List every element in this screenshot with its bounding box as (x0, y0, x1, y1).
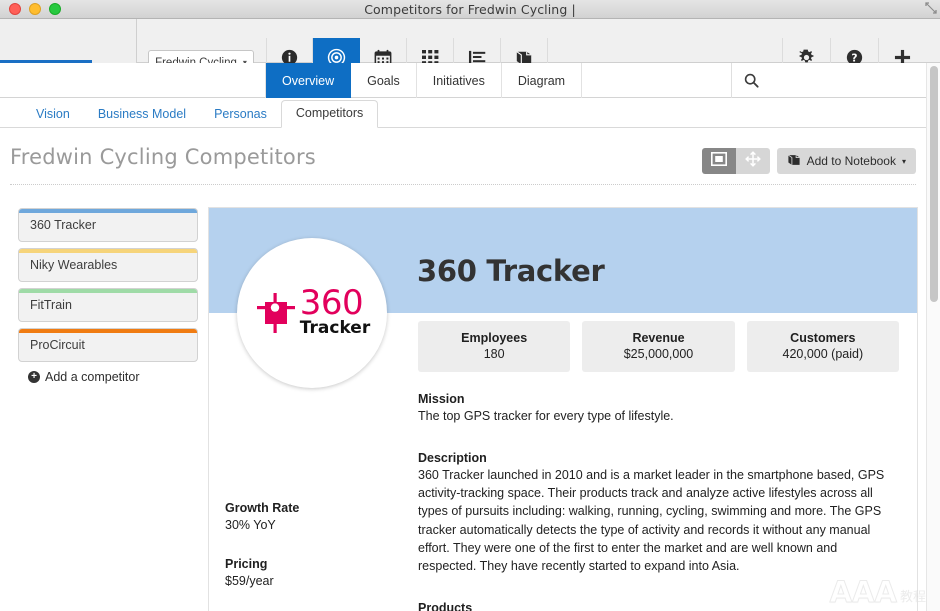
stat-customers: Customers 420,000 (paid) (746, 321, 899, 372)
plus-circle-icon: + (28, 371, 40, 383)
competitor-color-bar (19, 289, 197, 293)
tab-diagram[interactable]: Diagram (502, 63, 583, 98)
subtab-business-model[interactable]: Business Model (84, 102, 200, 128)
pricing-value: $59/year (225, 573, 274, 588)
stat-value: $25,000,000 (623, 347, 694, 361)
pricing-label: Pricing (225, 556, 268, 571)
products-title: Products (418, 600, 473, 611)
expand-view-button[interactable] (735, 148, 770, 174)
tab-overview[interactable]: Overview (266, 63, 352, 98)
competitor-detail-title: 360 Tracker (417, 254, 605, 288)
add-competitor-button[interactable]: + Add a competitor (18, 370, 198, 384)
tab-goals[interactable]: Goals (351, 63, 417, 98)
competitor-color-bar (19, 249, 197, 253)
panel-view-icon (710, 151, 727, 171)
header-divider (10, 184, 916, 185)
competitor-detail-card: 360 Tracker 360 Tracker Growth Rate 30% … (208, 207, 918, 611)
tab-bar-left-blank (0, 63, 266, 98)
stat-label: Employees (461, 331, 528, 345)
stat-employees: Employees 180 (418, 321, 571, 372)
description-section: Description 360 Tracker launched in 2010… (418, 451, 899, 575)
competitor-item-360-tracker[interactable]: 360 Tracker (18, 208, 198, 242)
stat-value: 420,000 (paid) (782, 347, 864, 361)
secondary-tab-bar: Vision Business Model Personas Competito… (0, 98, 926, 128)
growth-rate-label: Growth Rate (225, 501, 300, 515)
crosshair-square-icon (254, 291, 298, 335)
page-scrollbar-thumb[interactable] (930, 66, 938, 302)
competitor-stats: Employees 180 Revenue $25,000,000 Custom… (418, 321, 899, 372)
pricing-field: Pricing $59/year (225, 557, 405, 591)
competitor-item-fittrain[interactable]: FitTrain (18, 288, 198, 322)
search-input[interactable] (767, 73, 928, 88)
products-section: Products (418, 601, 899, 611)
competitor-item-niky-wearables[interactable]: Niky Wearables (18, 248, 198, 282)
logo-360-text: 360 (299, 283, 364, 324)
competitor-name: Niky Wearables (30, 258, 118, 272)
growth-rate-value: 30% YoY (225, 518, 276, 532)
subtab-vision[interactable]: Vision (22, 102, 84, 128)
application-window: Competitors for Fredwin Cycling | Fredwi… (0, 0, 940, 611)
competitor-name: ProCircuit (30, 338, 85, 352)
description-text: 360 Tracker launched in 2010 and is a ma… (418, 468, 885, 573)
subtab-competitors[interactable]: Competitors (280, 99, 379, 128)
mission-text: The top GPS tracker for every type of li… (418, 409, 674, 423)
competitor-main-fields: Employees 180 Revenue $25,000,000 Custom… (418, 321, 899, 611)
stat-revenue: Revenue $25,000,000 (582, 321, 735, 372)
window-titlebar: Competitors for Fredwin Cycling | (0, 0, 940, 19)
window-title: Competitors for Fredwin Cycling | (364, 1, 576, 17)
panel-view-button[interactable] (701, 148, 736, 174)
subtab-personas[interactable]: Personas (200, 102, 281, 128)
add-to-notebook-button[interactable]: Add to Notebook ▾ (776, 148, 916, 174)
competitor-color-bar (19, 209, 197, 213)
add-to-notebook-label: Add to Notebook (806, 154, 896, 168)
search-icon (744, 73, 759, 88)
competitor-name: 360 Tracker (30, 218, 97, 232)
add-competitor-label: Add a competitor (45, 370, 140, 384)
growth-rate-field: Growth Rate 30% YoY (225, 501, 405, 535)
competitor-item-procircuit[interactable]: ProCircuit (18, 328, 198, 362)
mission-title: Mission (418, 392, 465, 406)
stat-label: Revenue (632, 331, 685, 345)
competitor-list: 360 Tracker Niky Wearables FitTrain ProC… (18, 208, 198, 384)
resize-grip-icon[interactable] (924, 2, 938, 16)
competitor-logo: 360 Tracker (237, 238, 387, 388)
app-toolbar: Fredwin Cycling ▾ (0, 19, 940, 82)
search-bar[interactable] (731, 63, 928, 98)
mission-section: Mission The top GPS tracker for every ty… (418, 392, 899, 425)
primary-tab-bar: Overview Goals Initiatives Diagram (0, 63, 940, 98)
competitor-color-bar (19, 329, 197, 333)
primary-tabs: Overview Goals Initiatives Diagram (266, 63, 583, 98)
page-title: Fredwin Cycling Competitors (10, 145, 316, 169)
competitor-side-fields: Growth Rate 30% YoY Pricing $59/year (225, 501, 405, 611)
chevron-down-icon: ▾ (901, 156, 906, 166)
stat-value: 180 (483, 347, 505, 361)
competitor-name: FitTrain (30, 298, 72, 312)
toolbar-left-blank (0, 19, 137, 63)
view-mode-toggle-group (701, 148, 770, 174)
logo-tracker-text: Tracker (299, 317, 371, 338)
page-header: Fredwin Cycling Competitors Add to Noteb… (0, 136, 926, 186)
stat-label: Customers (790, 331, 856, 345)
tab-initiatives[interactable]: Initiatives (417, 63, 502, 98)
description-title: Description (418, 451, 487, 466)
page-actions: Add to Notebook ▾ (701, 148, 916, 174)
notebook-icon (787, 154, 801, 169)
page-scrollbar[interactable] (926, 63, 940, 611)
expand-arrows-icon (744, 150, 761, 172)
